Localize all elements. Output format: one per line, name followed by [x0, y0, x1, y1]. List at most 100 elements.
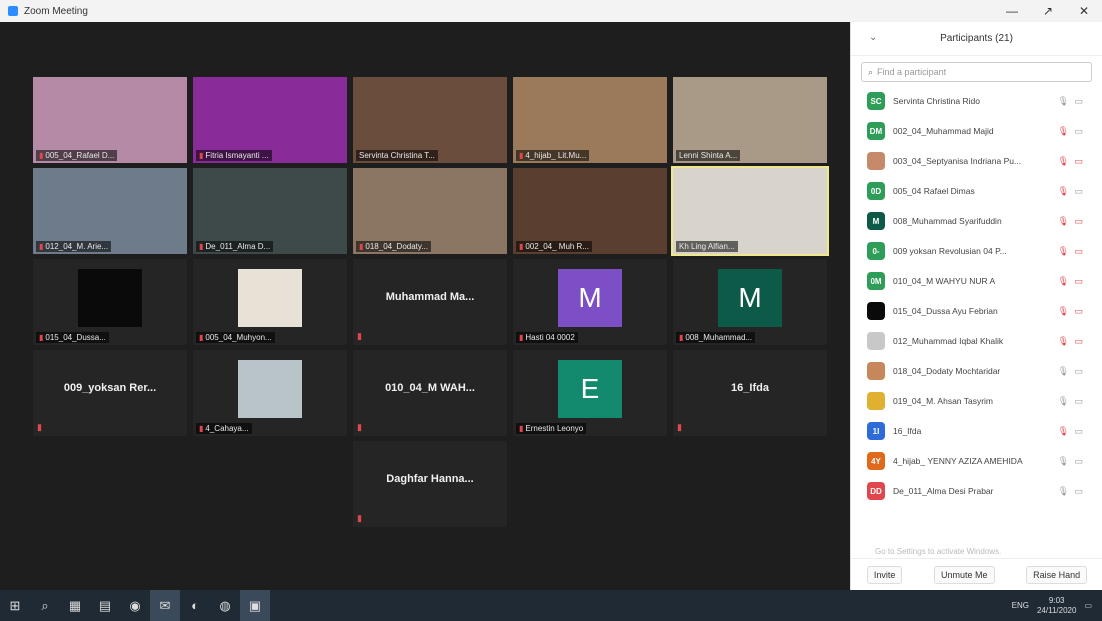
participant-row[interactable]: 4Y 4_hijab_ YENNY AZIZA AMEHIDA 🎙︎ ▭ — [851, 446, 1102, 476]
participant-row[interactable]: 0D 005_04 Rafael Dimas 🎙︎ ▭ — [851, 176, 1102, 206]
participant-row[interactable]: DD De_011_Alma Desi Prabar 🎙︎ ▭ — [851, 476, 1102, 506]
mic-icon[interactable]: 🎙︎ — [1058, 366, 1069, 377]
invite-button[interactable]: Invite — [866, 565, 903, 584]
participant-row[interactable]: 015_04_Dussa Ayu Febrian 🎙︎ ▭ — [851, 296, 1102, 326]
participant-tile[interactable]: Lenni Shinta A... — [673, 77, 827, 163]
participant-row[interactable]: SC Servinta Christina Rido 🎙︎ ▭ — [851, 86, 1102, 116]
participant-tile[interactable]: Muhammad Ma... ▮ — [353, 259, 507, 345]
language-indicator[interactable]: ENG — [1012, 601, 1029, 610]
mic-icon[interactable]: 🎙︎ — [1058, 456, 1069, 467]
participant-avatar: 1I — [867, 422, 885, 440]
camera-icon[interactable]: ▭ — [1074, 276, 1083, 287]
participant-tile[interactable]: ▮ De_011_Alma D... — [193, 168, 347, 254]
mic-icon[interactable]: 🎙︎ — [1058, 486, 1069, 497]
tile-center-name: 009_yoksan Rer... — [63, 382, 157, 394]
video-gallery: ▮ 005_04_Rafael D... ▮ Fitria Ismayanti ...… — [6, 22, 844, 590]
participant-row[interactable]: 0M 010_04_M WAHYU NUR A 🎙︎ ▭ — [851, 266, 1102, 296]
mic-icon[interactable]: 🎙︎ — [1058, 96, 1069, 107]
participant-row[interactable]: 018_04_Dodaty Mochtaridar 🎙︎ ▭ — [851, 356, 1102, 386]
camera-icon[interactable]: ▭ — [1074, 246, 1083, 257]
mic-icon[interactable]: 🎙︎ — [1058, 216, 1069, 227]
notifications-icon[interactable]: ▭ — [1084, 601, 1092, 610]
camera-icon[interactable]: ▭ — [1074, 216, 1083, 227]
participant-tile[interactable]: ▮ 002_04_ Muh R... — [513, 168, 667, 254]
taskbar-app-icon[interactable]: ◉ — [120, 590, 150, 621]
taskbar-app-icon[interactable]: ✉ — [150, 590, 180, 621]
mic-icon[interactable]: 🎙︎ — [1058, 426, 1069, 437]
close-button[interactable]: ✕ — [1066, 0, 1102, 22]
participant-row[interactable]: 0- 009 yoksan Revolusian 04 P... 🎙︎ ▭ — [851, 236, 1102, 266]
camera-icon[interactable]: ▭ — [1074, 336, 1083, 347]
participant-avatar: DM — [867, 122, 885, 140]
muted-mic-icon: ▮ — [37, 422, 42, 432]
participant-tile[interactable]: M ▮ Hasti 04 0002 — [513, 259, 667, 345]
participant-tile[interactable]: 16_Ifda ▮ — [673, 350, 827, 436]
participant-tile[interactable]: ▮ 005_04_Rafael D... — [33, 77, 187, 163]
participant-row[interactable]: 019_04_M. Ahsan Tasyrim 🎙︎ ▭ — [851, 386, 1102, 416]
participant-tile[interactable]: ▮ 005_04_Muhyon... — [193, 259, 347, 345]
minimize-button[interactable]: — — [994, 0, 1030, 22]
participant-avatar: M — [867, 212, 885, 230]
raise-hand-button[interactable]: Raise Hand — [1026, 565, 1088, 584]
participant-tile[interactable]: ▮ 018_04_Dodaty... — [353, 168, 507, 254]
participant-tile[interactable]: 010_04_M WAH... ▮ — [353, 350, 507, 436]
collapse-icon[interactable]: ⌄ — [869, 32, 877, 43]
tile-name-label: Lenni Shinta A... — [676, 150, 741, 161]
participant-tile[interactable]: Kh Ling Alfian... — [671, 166, 829, 256]
mic-icon[interactable]: 🎙︎ — [1058, 186, 1069, 197]
taskbar-app-icon[interactable]: ▣ — [240, 590, 270, 621]
muted-mic-icon: ▮ — [519, 424, 524, 433]
mic-icon[interactable]: 🎙︎ — [1058, 276, 1069, 287]
participant-row[interactable]: 003_04_Septyanisa Indriana Pu... 🎙︎ ▭ — [851, 146, 1102, 176]
mic-icon[interactable]: 🎙︎ — [1058, 396, 1069, 407]
tile-center-name: 010_04_M WAH... — [385, 382, 475, 394]
unmute-me-button[interactable]: Unmute Me — [933, 565, 995, 584]
mic-icon[interactable]: 🎙︎ — [1058, 126, 1069, 137]
taskbar-app-icon[interactable]: ▤ — [90, 590, 120, 621]
mic-icon[interactable]: 🎙︎ — [1058, 306, 1069, 317]
participant-search-input[interactable]: ⌕ Find a participant — [861, 62, 1092, 82]
participant-row[interactable]: 1I 16_Ifda 🎙︎ ▭ — [851, 416, 1102, 446]
camera-icon[interactable]: ▭ — [1074, 366, 1083, 377]
camera-icon[interactable]: ▭ — [1074, 486, 1083, 497]
participant-tile[interactable]: ▮ 4_hijab_ Lit.Mu... — [513, 77, 667, 163]
camera-icon[interactable]: ▭ — [1074, 186, 1083, 197]
camera-icon[interactable]: ▭ — [1074, 96, 1083, 107]
participant-tile[interactable]: ▮ 012_04_M. Arie... — [33, 168, 187, 254]
participant-row[interactable]: DM 002_04_Muhammad Majid 🎙︎ ▭ — [851, 116, 1102, 146]
participant-tile[interactable]: E ▮ Ernestin Leonyo — [513, 350, 667, 436]
participant-tile[interactable]: ▮ Fitria Ismayanti ... — [193, 77, 347, 163]
taskbar-app-icon[interactable]: ◐ — [180, 590, 210, 621]
mic-icon[interactable]: 🎙︎ — [1058, 246, 1069, 257]
muted-mic-icon: ▮ — [519, 151, 524, 160]
muted-mic-icon: ▮ — [519, 333, 524, 342]
participant-tile[interactable]: Daghfar Hanna... ▮ — [353, 441, 507, 527]
maximize-button[interactable]: ↗ — [1030, 0, 1066, 22]
camera-icon[interactable]: ▭ — [1074, 126, 1083, 137]
participant-row[interactable]: M 008_Muhammad Syarifuddin 🎙︎ ▭ — [851, 206, 1102, 236]
camera-icon[interactable]: ▭ — [1074, 156, 1083, 167]
participant-tile[interactable]: ▮ 015_04_Dussa... — [33, 259, 187, 345]
participant-row[interactable]: 012_Muhammad Iqbal Khalik 🎙︎ ▭ — [851, 326, 1102, 356]
camera-icon[interactable]: ▭ — [1074, 426, 1083, 437]
participant-name: 005_04 Rafael Dimas — [893, 186, 975, 196]
muted-mic-icon: ▮ — [199, 333, 204, 342]
taskbar-app-icon[interactable]: ▦ — [60, 590, 90, 621]
participant-avatar — [867, 152, 885, 170]
participant-tile[interactable]: Servinta Christina T... — [353, 77, 507, 163]
mic-icon[interactable]: 🎙︎ — [1058, 156, 1069, 167]
muted-mic-icon: ▮ — [677, 422, 682, 432]
tile-name-label: Kh Ling Alfian... — [676, 241, 738, 252]
participant-tile[interactable]: 009_yoksan Rer... ▮ — [33, 350, 187, 436]
clock[interactable]: 9:03 24/11/2020 — [1037, 596, 1076, 616]
taskbar-app-icon[interactable]: ⌕ — [30, 590, 60, 621]
camera-icon[interactable]: ▭ — [1074, 456, 1083, 467]
start-button[interactable]: ⊞ — [0, 590, 30, 621]
participant-tile[interactable]: ▮ 4_Cahaya... — [193, 350, 347, 436]
mic-icon[interactable]: 🎙︎ — [1058, 336, 1069, 347]
taskbar-app-icon[interactable]: ◍ — [210, 590, 240, 621]
camera-icon[interactable]: ▭ — [1074, 396, 1083, 407]
participant-tile[interactable]: M ▮ 008_Muhammad... — [673, 259, 827, 345]
participants-footer: Invite Unmute Me Raise Hand — [851, 558, 1102, 590]
camera-icon[interactable]: ▭ — [1074, 306, 1083, 317]
